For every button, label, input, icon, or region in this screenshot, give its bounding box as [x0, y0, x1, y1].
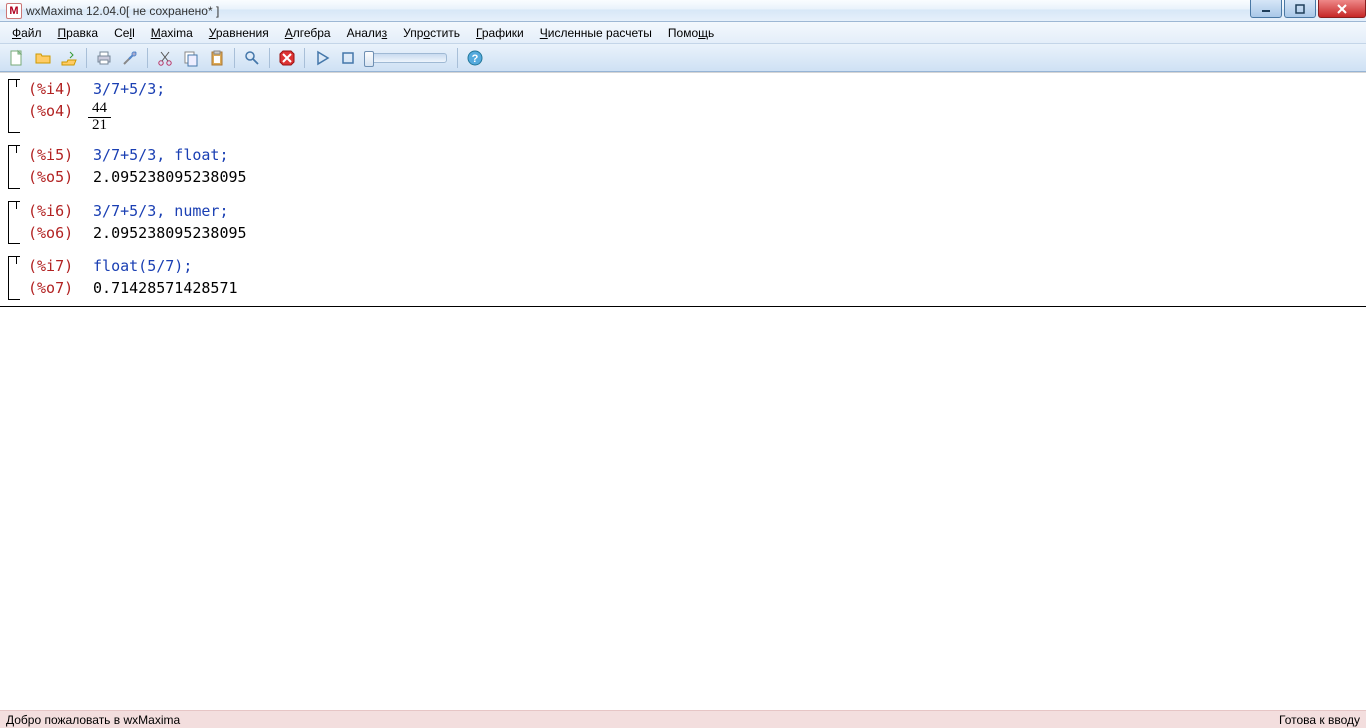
cell-bracket-icon[interactable]	[8, 145, 20, 189]
menu-item[interactable]: Maxima	[143, 24, 201, 42]
input-code[interactable]: 3/7+5/3;	[84, 79, 165, 101]
output-line: (%o4)4421	[28, 101, 1366, 134]
output-text: 2.095238095238095	[84, 167, 247, 189]
stop-execution-button[interactable]	[336, 47, 360, 69]
animation-slider[interactable]	[367, 53, 447, 63]
input-label: (%i7)	[28, 256, 84, 278]
stop-button[interactable]	[275, 47, 299, 69]
input-line[interactable]: (%i4) 3/7+5/3;	[28, 79, 1366, 101]
cell[interactable]: (%i6) 3/7+5/3, numer;(%o6) 2.09523809523…	[0, 195, 1366, 251]
cell[interactable]: (%i7) float(5/7);(%o7) 0.71428571428571	[0, 250, 1366, 307]
save-file-button[interactable]	[57, 47, 81, 69]
menu-item[interactable]: Анализ	[339, 24, 396, 42]
cut-button[interactable]	[153, 47, 177, 69]
toolbar-separator	[269, 48, 270, 68]
document-content[interactable]: (%i4) 3/7+5/3;(%o4)4421(%i5) 3/7+5/3, fl…	[0, 73, 1366, 710]
cell[interactable]: (%i4) 3/7+5/3;(%o4)4421	[0, 73, 1366, 139]
output-label: (%o5)	[28, 167, 84, 189]
menu-bar: ФайлПравкаCellMaximaУравненияАлгебраАнал…	[0, 22, 1366, 44]
output-line: (%o7) 0.71428571428571	[28, 278, 1366, 300]
input-label: (%i5)	[28, 145, 84, 167]
menu-item[interactable]: Помощь	[660, 24, 722, 42]
input-line[interactable]: (%i7) float(5/7);	[28, 256, 1366, 278]
menu-item[interactable]: Упростить	[395, 24, 468, 42]
open-file-button[interactable]	[31, 47, 55, 69]
cell-bracket-icon[interactable]	[8, 79, 20, 133]
window-title: wxMaxima 12.04.0[ не сохранено* ]	[26, 4, 219, 18]
menu-item[interactable]: Графики	[468, 24, 532, 42]
output-text: 0.71428571428571	[84, 278, 238, 300]
fraction-output: 4421	[88, 101, 111, 134]
input-label: (%i4)	[28, 79, 84, 101]
window-controls	[1248, 0, 1366, 18]
menu-item[interactable]: Файл	[4, 24, 50, 42]
input-line[interactable]: (%i6) 3/7+5/3, numer;	[28, 201, 1366, 223]
toolbar: ?	[0, 44, 1366, 72]
app-icon: M	[6, 3, 22, 19]
close-button[interactable]	[1318, 0, 1366, 18]
find-button[interactable]	[240, 47, 264, 69]
input-line[interactable]: (%i5) 3/7+5/3, float;	[28, 145, 1366, 167]
output-line: (%o5) 2.095238095238095	[28, 167, 1366, 189]
help-button[interactable]: ?	[463, 47, 487, 69]
document-scroll[interactable]: (%i4) 3/7+5/3;(%o4)4421(%i5) 3/7+5/3, fl…	[0, 72, 1366, 710]
output-line: (%o6) 2.095238095238095	[28, 223, 1366, 245]
output-label: (%o4)	[28, 101, 84, 123]
output-text: 2.095238095238095	[84, 223, 247, 245]
toolbar-separator	[457, 48, 458, 68]
title-bar: M wxMaxima 12.04.0[ не сохранено* ]	[0, 0, 1366, 22]
settings-button[interactable]	[118, 47, 142, 69]
status-left: Добро пожаловать в wxMaxima	[6, 713, 180, 727]
print-button[interactable]	[92, 47, 116, 69]
output-label: (%o7)	[28, 278, 84, 300]
cell[interactable]: (%i5) 3/7+5/3, float;(%o5) 2.09523809523…	[0, 139, 1366, 195]
run-button[interactable]	[310, 47, 334, 69]
menu-item[interactable]: Численные расчеты	[532, 24, 660, 42]
input-code[interactable]: 3/7+5/3, numer;	[84, 201, 229, 223]
menu-item[interactable]: Правка	[50, 24, 107, 42]
cell-bracket-icon[interactable]	[8, 201, 20, 245]
output-label: (%o6)	[28, 223, 84, 245]
toolbar-separator	[304, 48, 305, 68]
svg-text:?: ?	[472, 53, 479, 65]
maximize-button[interactable]	[1284, 0, 1316, 18]
copy-button[interactable]	[179, 47, 203, 69]
input-label: (%i6)	[28, 201, 84, 223]
paste-button[interactable]	[205, 47, 229, 69]
new-file-button[interactable]	[5, 47, 29, 69]
status-bar: Добро пожаловать в wxMaxima Готова к вво…	[0, 710, 1366, 728]
menu-item[interactable]: Алгебра	[277, 24, 339, 42]
minimize-button[interactable]	[1250, 0, 1282, 18]
toolbar-separator	[86, 48, 87, 68]
input-code[interactable]: float(5/7);	[84, 256, 192, 278]
input-code[interactable]: 3/7+5/3, float;	[84, 145, 229, 167]
menu-item[interactable]: Cell	[106, 24, 143, 42]
document-area: (%i4) 3/7+5/3;(%o4)4421(%i5) 3/7+5/3, fl…	[0, 72, 1366, 710]
toolbar-separator	[147, 48, 148, 68]
toolbar-separator	[234, 48, 235, 68]
status-right: Готова к вводу	[1279, 713, 1360, 727]
menu-item[interactable]: Уравнения	[201, 24, 277, 42]
cell-bracket-icon[interactable]	[8, 256, 20, 300]
